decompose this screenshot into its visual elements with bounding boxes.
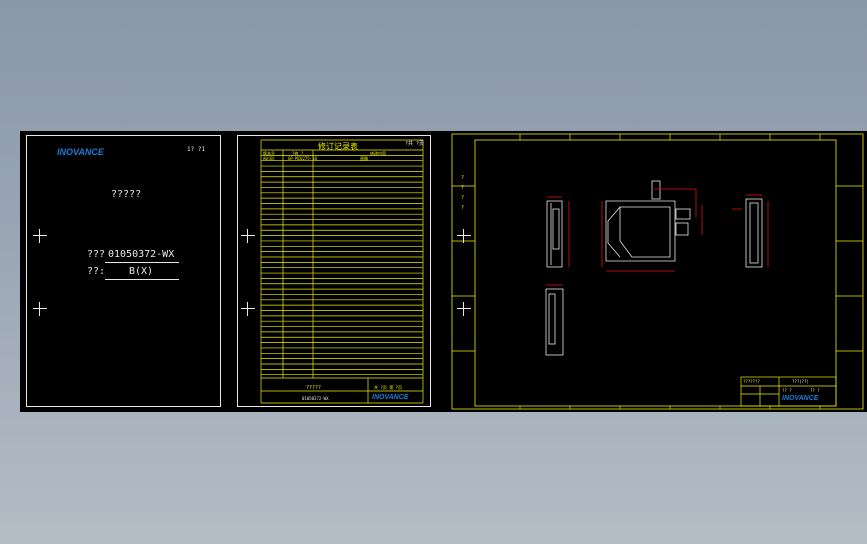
side-label: ?: [461, 195, 465, 201]
cad-drawing-canvas[interactable]: INOVANCE 1? ?1 ????? ??? 01050372-WX ??:…: [20, 131, 867, 412]
inovance-logo: INOVANCE: [782, 395, 819, 402]
title-block-sheet: ?? ?: [810, 388, 820, 393]
side-label: ?: [461, 175, 465, 181]
side-label: ?: [461, 205, 465, 211]
side-label: ?: [461, 185, 465, 191]
outline-drawing-sheet: [451, 133, 864, 410]
crosshair-marker: [457, 302, 471, 316]
title-block-left: ???????: [743, 379, 760, 384]
title-block-right: ???(??): [792, 379, 809, 384]
crosshair-marker: [457, 229, 471, 243]
title-block-scale: ?? ?: [782, 388, 792, 393]
